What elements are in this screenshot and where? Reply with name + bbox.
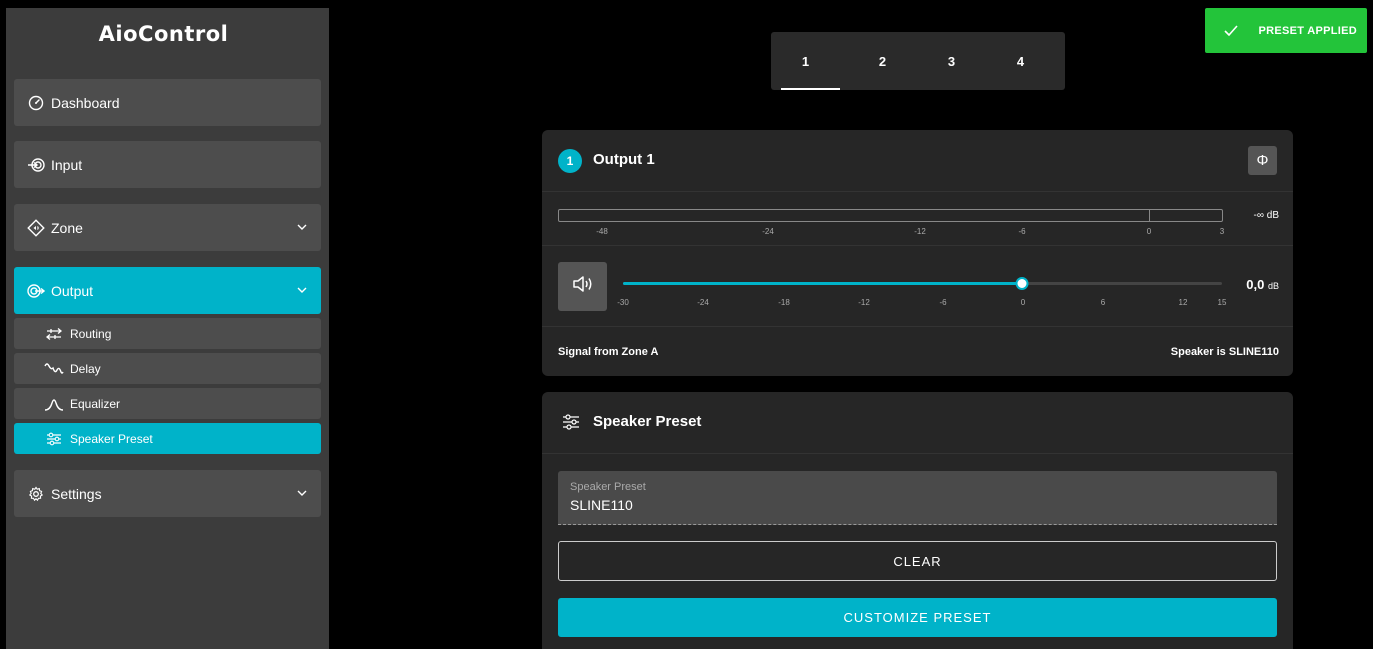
volume-tick: 6 xyxy=(1100,298,1106,307)
sidebar-subitem-speaker-preset[interactable]: Speaker Preset xyxy=(14,423,321,454)
speaker-preset-card: Speaker Preset Speaker Preset SLINE110 C… xyxy=(542,392,1293,649)
meter-tick: -12 xyxy=(914,227,926,236)
tab-3[interactable]: 3 xyxy=(917,32,986,90)
tab-1[interactable]: 1 xyxy=(771,32,840,90)
chevron-down-icon[interactable] xyxy=(295,486,309,500)
output-card: 1 Output 1 Φ -∞ dB -48 -24 -12 -6 0 3 0,… xyxy=(542,130,1293,376)
toast-text: PRESET APPLIED xyxy=(1258,24,1357,37)
level-meter-row: -∞ dB -48 -24 -12 -6 0 3 xyxy=(542,192,1293,246)
speaker-preset-field-label: Speaker Preset xyxy=(570,481,646,493)
sidebar-subitem-label: Routing xyxy=(70,326,112,341)
speaker-model-text: Speaker is SLINE110 xyxy=(1170,346,1279,358)
sidebar-subitem-delay[interactable]: Delay xyxy=(14,353,321,384)
input-icon xyxy=(26,155,46,175)
sliders-icon xyxy=(562,413,580,431)
chevron-down-icon[interactable] xyxy=(295,220,309,234)
meter-zero-mark xyxy=(1149,210,1150,221)
equalizer-icon xyxy=(44,395,64,413)
tab-2[interactable]: 2 xyxy=(848,32,917,90)
speaker-preset-field[interactable]: Speaker Preset SLINE110 xyxy=(558,471,1277,525)
sidebar-item-input[interactable]: Input xyxy=(14,141,321,188)
gear-icon xyxy=(26,484,46,504)
meter-tick: 3 xyxy=(1219,227,1225,236)
sidebar: AioControl Dashboard Input Zone Output R… xyxy=(6,8,329,649)
volume-unit: dB xyxy=(1267,281,1279,291)
volume-tick: -18 xyxy=(778,298,790,307)
sidebar-item-settings[interactable]: Settings xyxy=(14,470,321,517)
meter-tick: -6 xyxy=(1018,227,1026,236)
volume-row: 0,0 dB -30 -24 -18 -12 -6 0 6 12 15 xyxy=(542,247,1293,327)
volume-tick: -12 xyxy=(858,298,870,307)
speaker-preset-field-value[interactable]: SLINE110 xyxy=(570,497,633,513)
phase-invert-button[interactable]: Φ xyxy=(1248,146,1277,175)
output-number-badge: 1 xyxy=(558,149,582,173)
sidebar-item-label: Output xyxy=(51,282,94,299)
volume-tick: 15 xyxy=(1217,298,1227,307)
sidebar-subitem-label: Equalizer xyxy=(70,396,121,411)
sliders-icon xyxy=(44,430,64,448)
signal-source-text: Signal from Zone A xyxy=(558,346,659,358)
tab-4[interactable]: 4 xyxy=(986,32,1055,90)
check-icon xyxy=(1224,25,1239,36)
sidebar-item-zone[interactable]: Zone xyxy=(14,204,321,251)
delay-icon xyxy=(44,360,64,378)
meter-tick: -48 xyxy=(596,227,608,236)
output-icon xyxy=(26,281,46,301)
mute-button[interactable] xyxy=(558,262,607,311)
sidebar-item-label: Input xyxy=(51,156,83,173)
volume-tick: 0 xyxy=(1020,298,1026,307)
sidebar-item-label: Zone xyxy=(51,219,83,236)
speaker-preset-header: Speaker Preset xyxy=(542,392,1293,454)
volume-value-number: 0,0 xyxy=(1246,277,1265,292)
preset-applied-toast: PRESET APPLIED xyxy=(1205,8,1367,53)
customize-preset-button[interactable]: CUSTOMIZE PRESET xyxy=(558,598,1277,637)
level-meter xyxy=(558,209,1223,222)
volume-slider[interactable] xyxy=(623,277,1222,290)
volume-value: 0,0 dB xyxy=(1246,277,1279,292)
chevron-down-icon[interactable] xyxy=(295,283,309,297)
sidebar-subitem-label: Speaker Preset xyxy=(70,431,153,446)
meter-value: -∞ dB xyxy=(1253,210,1279,221)
sidebar-item-output[interactable]: Output xyxy=(14,267,321,314)
sidebar-subitem-label: Delay xyxy=(70,361,101,376)
volume-tick: -24 xyxy=(697,298,709,307)
speaker-volume-icon xyxy=(572,275,594,298)
meter-tick: 0 xyxy=(1146,227,1152,236)
output-card-header: 1 Output 1 Φ xyxy=(542,130,1293,192)
meter-tick: -24 xyxy=(762,227,774,236)
volume-slider-thumb[interactable] xyxy=(1015,277,1029,290)
zone-icon xyxy=(26,218,46,238)
sidebar-item-label: Settings xyxy=(51,485,102,502)
sidebar-item-label: Dashboard xyxy=(51,94,120,111)
clear-button[interactable]: CLEAR xyxy=(558,541,1277,581)
gauge-icon xyxy=(26,93,46,113)
volume-tick: 12 xyxy=(1178,298,1188,307)
routing-icon xyxy=(44,325,64,343)
output-title: Output 1 xyxy=(593,151,655,168)
app-logo: AioControl xyxy=(98,22,229,46)
sidebar-item-dashboard[interactable]: Dashboard xyxy=(14,79,321,126)
output-tabs: 1 2 3 4 xyxy=(771,32,1065,90)
volume-tick: -30 xyxy=(617,298,629,307)
volume-tick: -6 xyxy=(939,298,947,307)
speaker-preset-title: Speaker Preset xyxy=(593,413,702,430)
sidebar-subitem-routing[interactable]: Routing xyxy=(14,318,321,349)
sidebar-subitem-equalizer[interactable]: Equalizer xyxy=(14,388,321,419)
volume-slider-fill xyxy=(623,282,1022,285)
